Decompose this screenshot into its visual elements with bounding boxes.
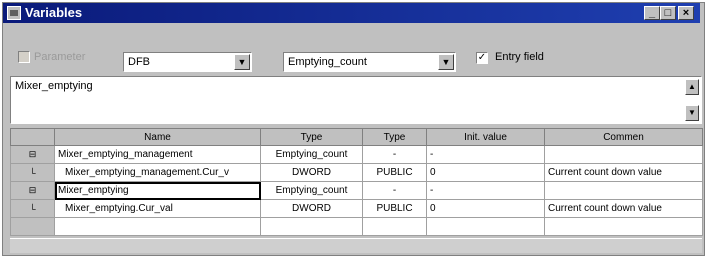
table-row[interactable]: ⊟ Mixer_emptying Emptying_count - - xyxy=(10,181,703,200)
table-row-empty[interactable] xyxy=(10,217,703,236)
cell-name[interactable]: Mixer_emptying_management.Cur_v xyxy=(54,163,261,182)
parameter-label: Parameter xyxy=(34,51,86,63)
minimize-button[interactable]: _ xyxy=(644,6,660,20)
maximize-button[interactable]: □ xyxy=(660,6,676,20)
cell-scope[interactable]: PUBLIC xyxy=(362,163,427,182)
instance-combobox-value: Emptying_count xyxy=(288,56,367,68)
cell-name[interactable] xyxy=(54,217,261,236)
cell-init-value[interactable] xyxy=(426,217,545,236)
header-row: Name Type Type Init. value Commen xyxy=(10,128,703,146)
cell-type[interactable]: DWORD xyxy=(260,199,363,218)
row-header xyxy=(10,217,55,236)
cell-type[interactable] xyxy=(260,217,363,236)
row-header-corner xyxy=(10,128,55,146)
editor-text: Mixer_emptying xyxy=(15,80,93,92)
cell-name[interactable]: Mixer_emptying.Cur_val xyxy=(54,199,261,218)
cell-name-selected[interactable]: Mixer_emptying xyxy=(54,181,261,200)
column-header-comment[interactable]: Commen xyxy=(544,128,703,146)
cell-comment[interactable]: Current count down value xyxy=(544,163,703,182)
close-button[interactable]: × xyxy=(678,6,694,20)
variables-grid: Name Type Type Init. value Commen ⊟ Mixe… xyxy=(10,128,703,253)
table-row[interactable]: └ Mixer_emptying.Cur_val DWORD PUBLIC 0 … xyxy=(10,199,703,218)
instance-combobox[interactable]: Emptying_count ▼ xyxy=(283,52,456,72)
title-bar[interactable]: Variables _ □ × xyxy=(3,3,700,23)
cell-init-value[interactable]: 0 xyxy=(426,163,545,182)
cell-comment[interactable]: Current count down value xyxy=(544,199,703,218)
variable-name-editor[interactable]: Mixer_emptying ▲ ▼ xyxy=(10,76,702,124)
cell-scope[interactable]: - xyxy=(362,145,427,164)
table-row[interactable]: ⊟ Mixer_emptying_management Emptying_cou… xyxy=(10,145,703,164)
cell-comment[interactable] xyxy=(544,145,703,164)
entry-field-checkbox[interactable]: ✓ xyxy=(476,52,488,64)
column-header-init-value[interactable]: Init. value xyxy=(426,128,545,146)
chevron-down-icon[interactable]: ▼ xyxy=(438,54,454,70)
cell-name[interactable]: Mixer_emptying_management xyxy=(54,145,261,164)
type-combobox[interactable]: DFB ▼ xyxy=(123,52,252,72)
column-header-type[interactable]: Type xyxy=(260,128,363,146)
cell-scope[interactable] xyxy=(362,217,427,236)
cell-comment[interactable] xyxy=(544,181,703,200)
column-header-scope[interactable]: Type xyxy=(362,128,427,146)
tree-branch-icon: └ xyxy=(10,163,55,182)
cell-type[interactable]: DWORD xyxy=(260,163,363,182)
expand-marker-icon[interactable]: ⊟ xyxy=(10,181,55,200)
table-row[interactable]: └ Mixer_emptying_management.Cur_v DWORD … xyxy=(10,163,703,182)
cell-scope[interactable]: - xyxy=(362,181,427,200)
horizontal-scrollbar[interactable] xyxy=(10,238,702,253)
cell-init-value[interactable]: - xyxy=(426,145,545,164)
entry-field-label: Entry field xyxy=(495,51,544,63)
chevron-down-icon[interactable]: ▼ xyxy=(234,54,250,70)
scroll-down-icon[interactable]: ▼ xyxy=(685,105,699,121)
cell-type[interactable]: Emptying_count xyxy=(260,145,363,164)
window-title: Variables xyxy=(25,5,83,20)
cell-type[interactable]: Emptying_count xyxy=(260,181,363,200)
cell-comment[interactable] xyxy=(544,217,703,236)
type-combobox-value: DFB xyxy=(128,56,150,68)
cell-init-value[interactable]: - xyxy=(426,181,545,200)
expand-marker-icon[interactable]: ⊟ xyxy=(10,145,55,164)
app-icon xyxy=(7,6,21,20)
scroll-up-icon[interactable]: ▲ xyxy=(685,79,699,95)
parameter-checkbox[interactable] xyxy=(18,51,30,63)
column-header-name[interactable]: Name xyxy=(54,128,261,146)
tree-branch-icon: └ xyxy=(10,199,55,218)
cell-init-value[interactable]: 0 xyxy=(426,199,545,218)
cell-scope[interactable]: PUBLIC xyxy=(362,199,427,218)
